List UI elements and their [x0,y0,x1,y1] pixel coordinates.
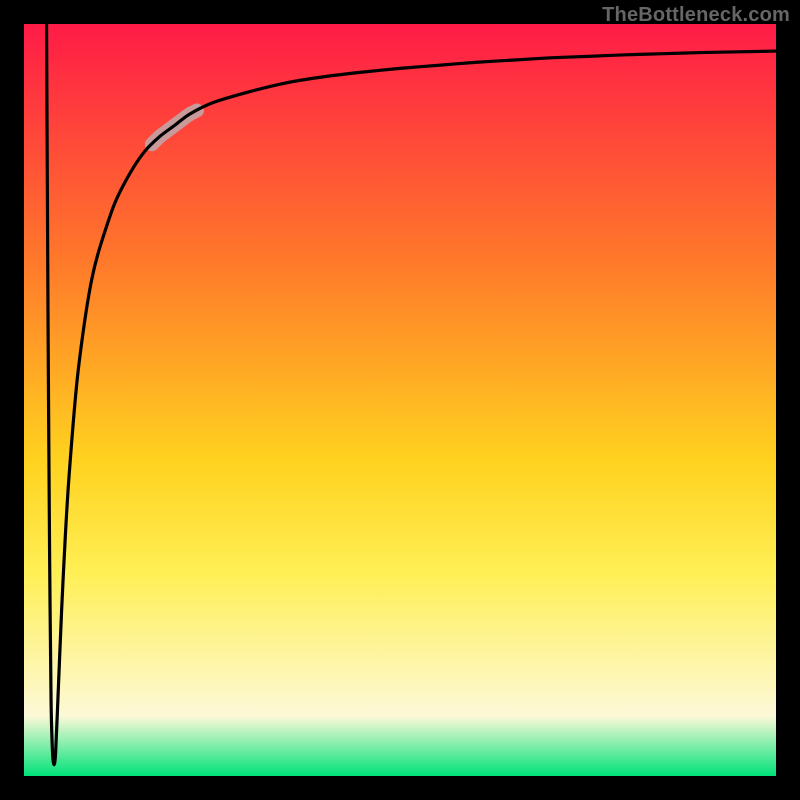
frame-right [776,0,800,800]
frame-left [0,0,24,800]
bottleneck-chart [0,0,800,800]
attribution-text: TheBottleneck.com [602,4,790,27]
frame-bot [0,776,800,800]
plot-background [24,24,776,776]
